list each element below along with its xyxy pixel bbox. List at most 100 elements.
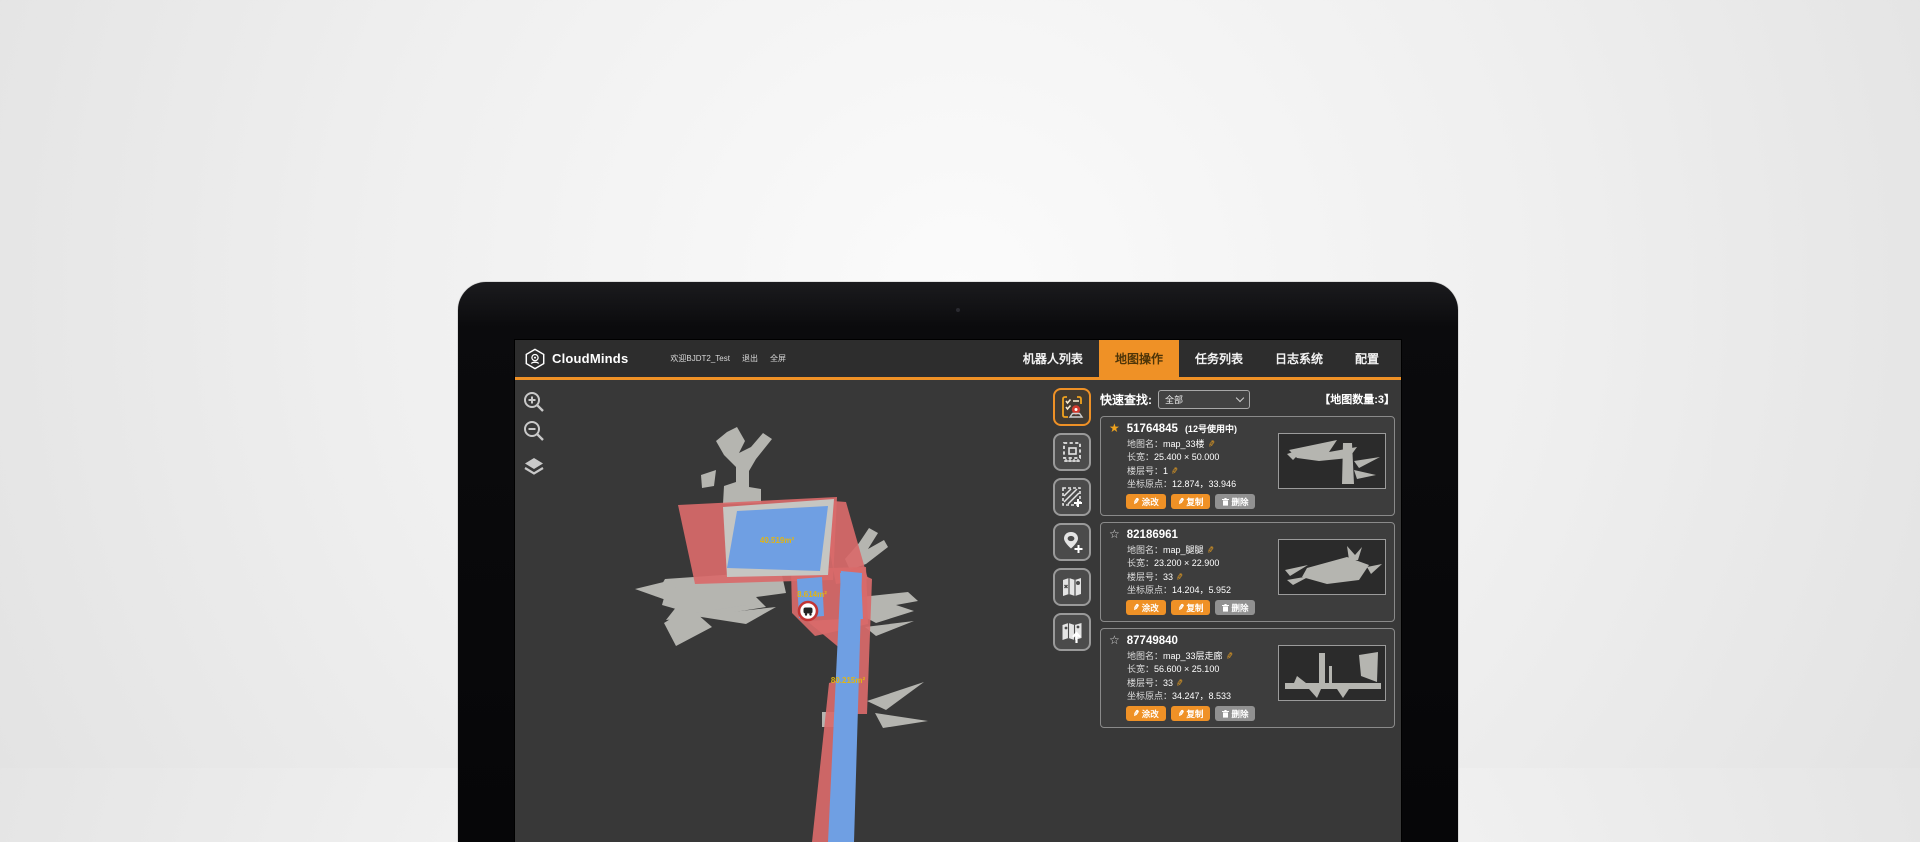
folded-map-pin-icon xyxy=(1059,574,1085,600)
patrol-list-pin-icon xyxy=(1059,394,1085,420)
area-label-corridor: 80.215m² xyxy=(831,676,866,685)
brand-name: CloudMinds xyxy=(552,351,628,366)
map-copy-button[interactable]: ✎复制 xyxy=(1171,600,1211,615)
quick-search-label: 快速查找: xyxy=(1100,391,1152,408)
map-floor-label: 楼层号： xyxy=(1127,678,1163,688)
map-origin-value: 12.874，33.946 xyxy=(1172,479,1236,489)
map-delete-button[interactable]: 删除 xyxy=(1215,706,1255,721)
map-scan-fork-top xyxy=(716,427,772,504)
nav-item-config[interactable]: 配置 xyxy=(1339,340,1395,379)
favorite-star-icon[interactable]: ☆ xyxy=(1109,528,1120,540)
map-toolbar xyxy=(1053,388,1091,651)
edit-floor-icon[interactable]: ✎ xyxy=(1175,570,1185,585)
fullscreen-link[interactable]: 全屏 xyxy=(770,353,786,364)
map-edit-button[interactable]: ✎涂改 xyxy=(1126,706,1166,721)
map-size-value: 23.200 × 22.900 xyxy=(1154,558,1219,568)
chevron-down-icon xyxy=(1236,393,1244,401)
map-name-label: 地图名： xyxy=(1127,439,1163,449)
filter-dropdown[interactable]: 全部 xyxy=(1158,390,1250,409)
map-copy-button[interactable]: ✎复制 xyxy=(1171,494,1211,509)
map-canvas[interactable]: 40.519m² 8.614m² 80.215m² xyxy=(515,383,1050,842)
map-origin-value: 14.204，5.952 xyxy=(1172,585,1231,595)
nav-item-robot-list[interactable]: 机器人列表 xyxy=(1007,340,1099,379)
main-content: 40.519m² 8.614m² 80.215m² xyxy=(515,383,1401,842)
map-card[interactable]: ☆ 87749840 地图名：map_33层走廊✎ 长宽：56.600 × 25… xyxy=(1100,628,1395,728)
map-edit-button[interactable]: ✎涂改 xyxy=(1126,600,1166,615)
map-floor-value: 33 xyxy=(1163,572,1173,582)
map-floor-value: 33 xyxy=(1163,678,1173,688)
map-name-value: map_腿腿 xyxy=(1163,545,1204,555)
edit-floor-icon[interactable]: ✎ xyxy=(1175,676,1185,691)
map-delete-button[interactable]: 删除 xyxy=(1215,494,1255,509)
map-size-label: 长宽： xyxy=(1127,664,1154,674)
map-thumbnail-image xyxy=(1279,434,1385,488)
nav-menu: 机器人列表 地图操作 任务列表 日志系统 配置 xyxy=(1007,340,1401,379)
map-controls xyxy=(522,390,546,478)
map-name-value: map_33层走廊 xyxy=(1163,651,1223,661)
panel-header: 快速查找: 全部 【地图数量:3】 xyxy=(1100,388,1399,410)
edit-floor-icon[interactable]: ✎ xyxy=(1170,464,1180,479)
measure-area-icon xyxy=(1059,439,1085,465)
pencil-icon: ✎ xyxy=(1132,602,1140,612)
map-size-label: 长宽： xyxy=(1127,558,1154,568)
zoom-out-icon[interactable] xyxy=(522,419,546,443)
logout-link[interactable]: 退出 xyxy=(742,353,758,364)
map-thumbnail[interactable] xyxy=(1278,539,1386,595)
favorite-star-icon[interactable]: ★ xyxy=(1109,422,1120,434)
top-navbar: CloudMinds 欢迎BJDT2_Test 退出 全屏 机器人列表 地图操作… xyxy=(515,340,1401,380)
map-floor-label: 楼层号： xyxy=(1127,466,1163,476)
map-origin-value: 34.247，8.533 xyxy=(1172,691,1231,701)
map-thumbnail[interactable] xyxy=(1278,645,1386,701)
floor-map-svg: 40.519m² 8.614m² 80.215m² xyxy=(515,383,1050,842)
nav-item-task-list[interactable]: 任务列表 xyxy=(1179,340,1259,379)
edit-name-icon[interactable]: ✎ xyxy=(1206,437,1216,452)
map-count-text: 【地图数量:3】 xyxy=(1319,391,1399,407)
zoom-in-icon[interactable] xyxy=(522,390,546,414)
map-size-value: 56.600 × 25.100 xyxy=(1154,664,1219,674)
laptop-mockup: CloudMinds 欢迎BJDT2_Test 退出 全屏 机器人列表 地图操作… xyxy=(458,282,1458,842)
map-thumbnail-image xyxy=(1279,646,1385,700)
map-name-value: map_33楼 xyxy=(1163,439,1205,449)
trash-icon xyxy=(1222,710,1229,718)
map-id: 82186961 xyxy=(1127,529,1178,541)
tool-measure-area-button[interactable] xyxy=(1053,433,1091,471)
brand: CloudMinds xyxy=(515,348,628,370)
cloudminds-logo-icon xyxy=(524,348,546,370)
tool-add-zone-button[interactable] xyxy=(1053,478,1091,516)
layers-icon[interactable] xyxy=(522,454,546,478)
add-location-pin-icon xyxy=(1059,529,1085,555)
map-edit-button[interactable]: ✎涂改 xyxy=(1126,494,1166,509)
nav-item-log-system[interactable]: 日志系统 xyxy=(1259,340,1339,379)
area-label-small: 8.614m² xyxy=(797,590,827,599)
map-copy-button[interactable]: ✎复制 xyxy=(1171,706,1211,721)
tool-patrol-points-button[interactable] xyxy=(1053,388,1091,426)
map-list-panel: 快速查找: 全部 【地图数量:3】 ★ 51764845 (12号使用中) xyxy=(1100,388,1399,734)
pencil-icon: ✎ xyxy=(1177,602,1185,612)
tool-add-point-button[interactable] xyxy=(1053,523,1091,561)
map-origin-label: 坐标原点： xyxy=(1127,691,1172,701)
nav-item-map-operation[interactable]: 地图操作 xyxy=(1099,340,1179,379)
map-upload-icon xyxy=(1059,619,1085,645)
map-origin-label: 坐标原点： xyxy=(1127,479,1172,489)
map-size-label: 长宽： xyxy=(1127,452,1154,462)
area-label-large: 40.519m² xyxy=(760,536,795,545)
map-origin-label: 坐标原点： xyxy=(1127,585,1172,595)
welcome-text: 欢迎BJDT2_Test xyxy=(670,353,730,364)
edit-name-icon[interactable]: ✎ xyxy=(1224,649,1234,664)
tool-upload-map-button[interactable] xyxy=(1053,613,1091,651)
pencil-icon: ✎ xyxy=(1132,708,1140,718)
favorite-star-icon[interactable]: ☆ xyxy=(1109,634,1120,646)
pencil-icon: ✎ xyxy=(1132,496,1140,506)
robot-position-marker[interactable] xyxy=(799,602,817,620)
map-id: 51764845 xyxy=(1127,423,1178,435)
map-size-value: 25.400 × 50.000 xyxy=(1154,452,1219,462)
webcam-dot xyxy=(956,308,960,312)
map-thumbnail[interactable] xyxy=(1278,433,1386,489)
map-delete-button[interactable]: 删除 xyxy=(1215,600,1255,615)
map-name-label: 地图名： xyxy=(1127,651,1163,661)
map-card[interactable]: ★ 51764845 (12号使用中) 地图名：map_33楼✎ 长宽：25.4… xyxy=(1100,416,1395,516)
map-floor-value: 1 xyxy=(1163,466,1168,476)
map-card[interactable]: ☆ 82186961 地图名：map_腿腿✎ 长宽：23.200 × 22.90… xyxy=(1100,522,1395,622)
edit-name-icon[interactable]: ✎ xyxy=(1205,543,1215,558)
tool-map-marker-button[interactable] xyxy=(1053,568,1091,606)
